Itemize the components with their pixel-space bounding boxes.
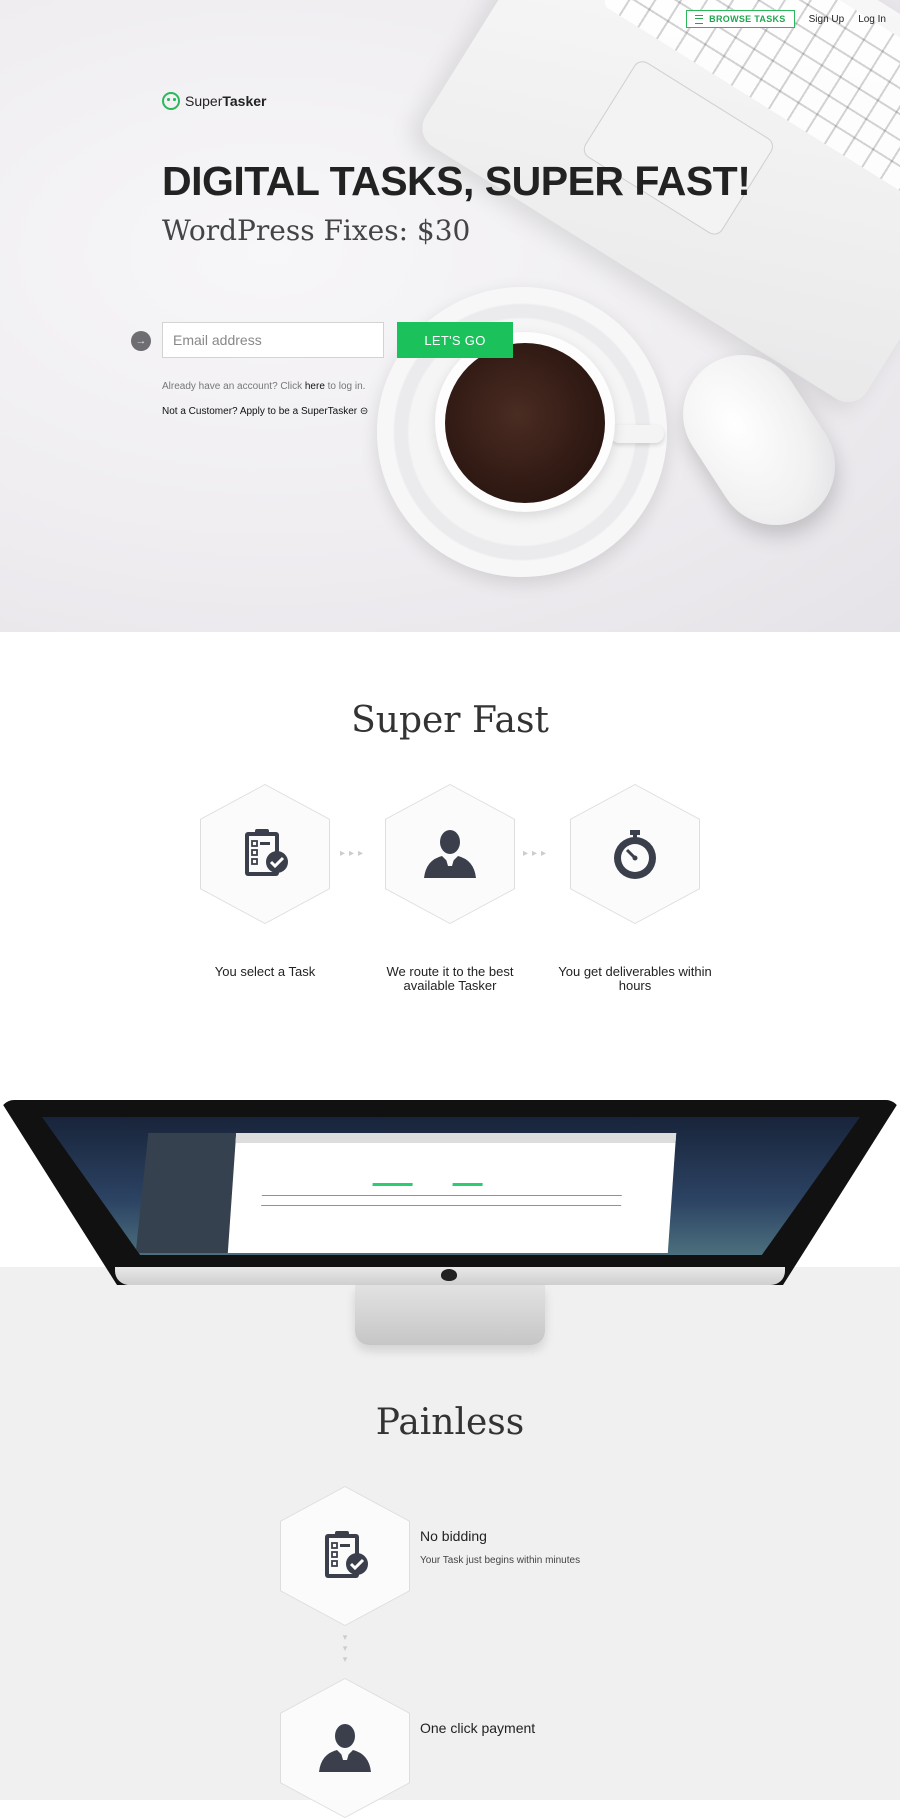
monitor-screen xyxy=(42,1117,860,1255)
hero-subtitle: WordPress Fixes: $30 xyxy=(162,214,471,247)
step-3-hex xyxy=(570,784,700,924)
step-3-label: You get deliverables within hours xyxy=(558,964,712,993)
apple-logo-icon xyxy=(441,1269,457,1281)
super-fast-title: Super Fast xyxy=(351,700,549,741)
top-nav: BROWSE TASKS Sign Up Log In xyxy=(686,10,886,28)
clipboard-check-icon xyxy=(245,829,288,876)
browse-tasks-label: BROWSE TASKS xyxy=(709,14,786,24)
cup-handle-image xyxy=(610,425,664,443)
logo-text-light: Super xyxy=(185,93,223,109)
logo-text: SuperTasker xyxy=(185,93,266,109)
coffee-image xyxy=(445,343,605,503)
step-1-label: You select a Task xyxy=(214,964,316,979)
logo[interactable]: SuperTasker xyxy=(162,92,266,110)
feature-1-title: No bidding xyxy=(420,1528,487,1544)
hero-title: DIGITAL TASKS, SUPER FAST! xyxy=(162,158,751,204)
signup-link[interactable]: Sign Up xyxy=(809,14,845,25)
apply-supertasker-link[interactable]: Not a Customer? Apply to be a SuperTaske… xyxy=(162,406,368,417)
smiley-logo-icon xyxy=(162,92,180,110)
feature-2-title: One click payment xyxy=(420,1720,536,1736)
here-login-link[interactable]: here xyxy=(305,381,325,392)
feature-1-desc: Your Task just begins within minutes xyxy=(420,1555,581,1566)
login-prefix: Already have an account? Click xyxy=(162,381,303,392)
logo-text-bold: Tasker xyxy=(222,93,267,109)
stopwatch-icon xyxy=(614,830,656,879)
feature-connector-dots: ▾ ▾ ▾ xyxy=(342,1632,348,1664)
login-link[interactable]: Log In xyxy=(858,14,886,25)
step-connector-dots: ▸▸▸ xyxy=(340,848,368,859)
step-2-hex xyxy=(385,784,515,924)
person-icon xyxy=(319,1724,371,1772)
step-2-label: We route it to the best available Tasker xyxy=(386,964,514,993)
painless-title: Painless xyxy=(375,1402,525,1443)
login-suffix: to log in. xyxy=(327,381,366,392)
existing-account-text: Already have an account? Click here to l… xyxy=(162,381,365,392)
arrow-right-icon: → xyxy=(131,331,151,351)
email-input[interactable] xyxy=(162,322,384,358)
menu-icon xyxy=(695,14,704,24)
hero-section: BROWSE TASKS Sign Up Log In SuperTasker … xyxy=(0,0,900,632)
person-icon xyxy=(424,830,476,878)
browse-tasks-button[interactable]: BROWSE TASKS xyxy=(686,10,795,28)
step-1-hex xyxy=(200,784,330,924)
lets-go-button[interactable]: LET'S GO xyxy=(397,322,513,358)
clipboard-check-icon xyxy=(325,1531,368,1578)
step-connector-dots: ▸▸▸ xyxy=(523,848,551,859)
monitor-stand xyxy=(355,1285,545,1345)
